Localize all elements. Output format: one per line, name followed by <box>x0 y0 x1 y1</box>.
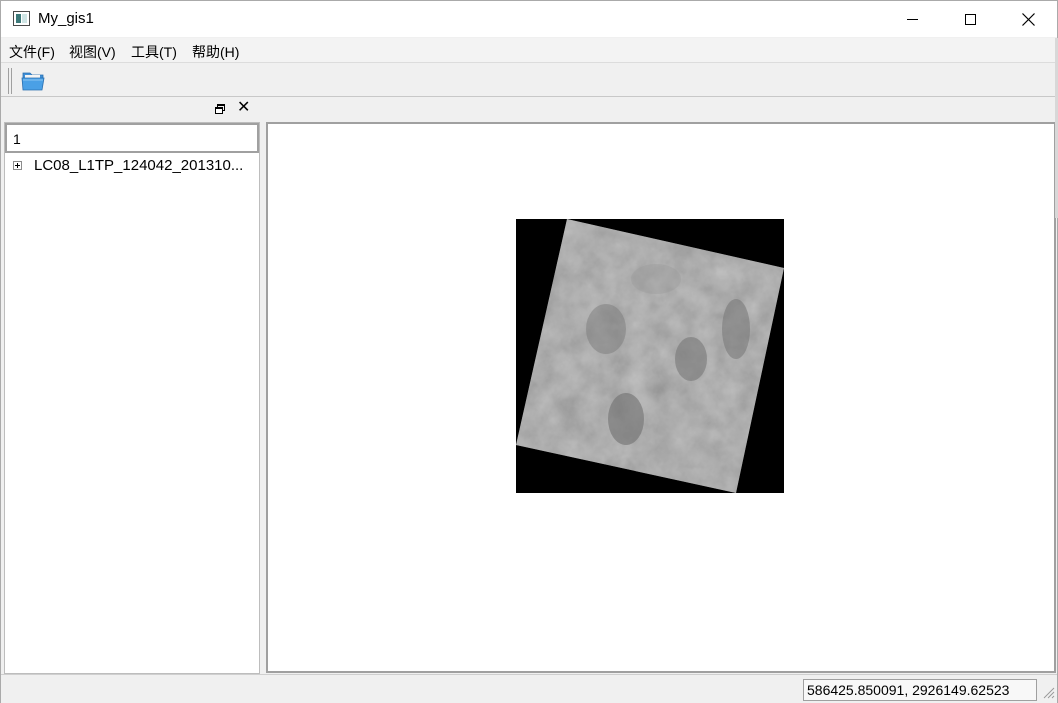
open-file-button[interactable] <box>21 69 47 93</box>
folder-open-icon <box>21 72 45 91</box>
layers-tree-panel[interactable]: 1 LC08_L1TP_124042_201310... <box>4 122 260 674</box>
toolbar-grip[interactable] <box>8 68 12 94</box>
menu-bar: 文件(F) 视图(V) 工具(T) 帮助(H) <box>1 38 1057 63</box>
menu-file[interactable]: 文件(F) <box>9 42 55 62</box>
dock-close-icon: ✕ <box>237 99 251 116</box>
menu-tools[interactable]: 工具(T) <box>131 42 177 62</box>
title-bar[interactable]: My_gis1 <box>1 1 1057 37</box>
satellite-raster-image <box>516 219 784 493</box>
maximize-icon <box>964 13 976 25</box>
dock-float-icon <box>215 104 225 114</box>
status-bar: 586425.850091, 2926149.62523 <box>1 674 1057 703</box>
app-window-icon <box>13 11 30 26</box>
menu-help[interactable]: 帮助(H) <box>192 42 239 62</box>
tree-header-label: 1 <box>13 131 21 147</box>
coordinate-readout: 586425.850091, 2926149.62523 <box>803 679 1037 701</box>
menu-view[interactable]: 视图(V) <box>69 42 116 62</box>
minimize-icon <box>906 18 918 20</box>
dock-title-bar[interactable]: ✕ <box>1 98 263 120</box>
map-canvas[interactable] <box>266 122 1056 673</box>
tree-item-layer[interactable]: LC08_L1TP_124042_201310... <box>13 156 258 176</box>
window-title: My_gis1 <box>38 10 94 27</box>
layer-name: LC08_L1TP_124042_201310... <box>34 157 244 174</box>
toolbar <box>1 63 1057 97</box>
tree-column-header[interactable]: 1 <box>5 123 259 153</box>
minimize-button[interactable] <box>883 1 941 37</box>
close-button[interactable] <box>999 1 1057 37</box>
close-icon <box>1021 12 1035 26</box>
dock-float-button[interactable] <box>214 102 226 114</box>
resize-grip-icon[interactable] <box>1041 685 1055 699</box>
plus-expander-icon[interactable] <box>13 161 22 170</box>
main-window: My_gis1 文件(F) 视图(V) 工具(T) 帮助(H) ✕ 1 LC08… <box>0 0 1058 703</box>
dock-close-button[interactable]: ✕ <box>237 98 250 118</box>
maximize-button[interactable] <box>941 1 999 37</box>
